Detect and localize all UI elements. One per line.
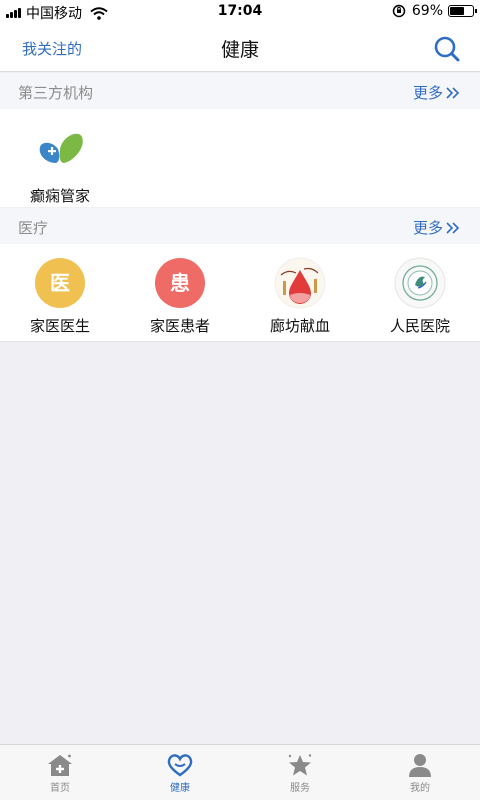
battery-icon bbox=[448, 5, 477, 17]
tab-label: 我的 bbox=[410, 783, 430, 794]
family-patient-glyph: 患 bbox=[170, 271, 190, 295]
person-icon bbox=[409, 754, 431, 777]
section-header-medical: 医疗 更多 bbox=[0, 208, 480, 244]
tab-label: 服务 bbox=[290, 783, 310, 794]
section-title: 医疗 bbox=[18, 219, 49, 237]
heart-icon bbox=[167, 754, 193, 777]
blood-donation-icon bbox=[274, 257, 326, 309]
home-icon bbox=[48, 754, 72, 776]
status-bar: 中国移动 17:04 69% bbox=[0, 0, 480, 24]
page-title: 健康 bbox=[220, 39, 259, 61]
tile-blood-donation[interactable]: 廊坊献血 bbox=[240, 257, 360, 336]
more-label: 更多 bbox=[412, 219, 443, 237]
more-link[interactable]: 更多 bbox=[413, 82, 460, 103]
tile-epilepsy-manager[interactable]: 癫痫管家 bbox=[0, 127, 120, 206]
tab-mine[interactable]: 我的 bbox=[360, 745, 480, 800]
family-doctor-glyph: 医 bbox=[50, 271, 70, 295]
epilepsy-manager-icon bbox=[39, 133, 83, 163]
tab-label: 健康 bbox=[170, 783, 190, 794]
tab-home[interactable]: 首页 bbox=[0, 745, 120, 800]
tab-health[interactable]: 健康 bbox=[120, 745, 240, 800]
orientation-lock-icon bbox=[392, 4, 406, 18]
tab-label: 首页 bbox=[50, 783, 70, 794]
more-label: 更多 bbox=[412, 84, 443, 102]
section-header-third-party: 第三方机构 更多 bbox=[0, 73, 480, 109]
section-title: 第三方机构 bbox=[18, 84, 94, 102]
double-chevron-right-icon bbox=[446, 221, 460, 234]
tile-label: 人民医院 bbox=[389, 317, 450, 335]
tab-service[interactable]: 服务 bbox=[240, 745, 360, 800]
family-patient-icon: 患 bbox=[155, 258, 205, 308]
family-doctor-icon: 医 bbox=[35, 258, 85, 308]
tile-label: 廊坊献血 bbox=[269, 317, 330, 335]
star-icon bbox=[288, 754, 312, 776]
double-chevron-right-icon bbox=[446, 86, 460, 99]
section-body-medical: 医 家医医生 患 家医患者 廊坊献血 人民医院 bbox=[0, 244, 480, 342]
section-body-third-party: 癫痫管家 bbox=[0, 109, 480, 207]
tile-family-doctor[interactable]: 医 家医医生 bbox=[0, 257, 120, 336]
tile-label: 家医患者 bbox=[149, 317, 210, 335]
search-icon[interactable] bbox=[432, 34, 462, 64]
tile-family-patient[interactable]: 患 家医患者 bbox=[120, 257, 240, 336]
status-right: 69% bbox=[392, 3, 477, 19]
more-link[interactable]: 更多 bbox=[413, 217, 460, 238]
tile-label: 家医医生 bbox=[29, 317, 90, 335]
tab-bar: 首页 健康 服务 我的 bbox=[0, 744, 480, 800]
battery-level bbox=[450, 7, 465, 15]
tile-peoples-hospital[interactable]: 人民医院 bbox=[360, 257, 480, 336]
battery-percent: 69% bbox=[411, 3, 443, 19]
nav-bar: 我关注的 健康 bbox=[0, 24, 480, 72]
tile-label: 癫痫管家 bbox=[29, 187, 90, 205]
peoples-hospital-icon bbox=[394, 257, 446, 309]
